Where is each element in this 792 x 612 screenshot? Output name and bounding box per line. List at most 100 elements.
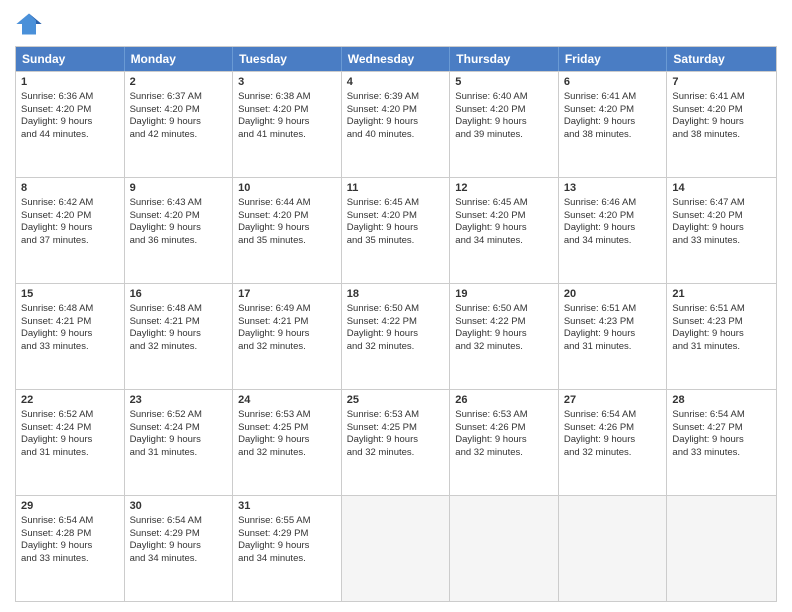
day-info-line: Sunset: 4:22 PM — [347, 316, 445, 329]
calendar-cell: 27Sunrise: 6:54 AMSunset: 4:26 PMDayligh… — [559, 390, 668, 495]
calendar-row: 8Sunrise: 6:42 AMSunset: 4:20 PMDaylight… — [16, 177, 776, 283]
day-number: 20 — [564, 287, 662, 302]
day-info-line: Sunrise: 6:41 AM — [564, 91, 662, 104]
calendar-cell: 4Sunrise: 6:39 AMSunset: 4:20 PMDaylight… — [342, 72, 451, 177]
calendar-cell: 24Sunrise: 6:53 AMSunset: 4:25 PMDayligh… — [233, 390, 342, 495]
day-info-line: Daylight: 9 hours — [21, 540, 119, 553]
calendar-body: 1Sunrise: 6:36 AMSunset: 4:20 PMDaylight… — [16, 71, 776, 601]
day-number: 25 — [347, 393, 445, 408]
day-number: 11 — [347, 181, 445, 196]
day-info-line: Daylight: 9 hours — [347, 328, 445, 341]
calendar-cell: 14Sunrise: 6:47 AMSunset: 4:20 PMDayligh… — [667, 178, 776, 283]
day-number: 27 — [564, 393, 662, 408]
day-info-line: and 35 minutes. — [347, 235, 445, 248]
calendar-header-cell: Sunday — [16, 47, 125, 71]
calendar-header-cell: Thursday — [450, 47, 559, 71]
day-info-line: Daylight: 9 hours — [564, 116, 662, 129]
day-info-line: Sunset: 4:21 PM — [130, 316, 228, 329]
calendar-cell: 15Sunrise: 6:48 AMSunset: 4:21 PMDayligh… — [16, 284, 125, 389]
day-info-line: Daylight: 9 hours — [347, 116, 445, 129]
day-info-line: Sunset: 4:28 PM — [21, 528, 119, 541]
day-number: 2 — [130, 75, 228, 90]
calendar-cell: 6Sunrise: 6:41 AMSunset: 4:20 PMDaylight… — [559, 72, 668, 177]
day-info-line: Sunrise: 6:37 AM — [130, 91, 228, 104]
calendar-cell: 8Sunrise: 6:42 AMSunset: 4:20 PMDaylight… — [16, 178, 125, 283]
day-info-line: Sunrise: 6:54 AM — [130, 515, 228, 528]
calendar-header: SundayMondayTuesdayWednesdayThursdayFrid… — [16, 47, 776, 71]
header — [15, 10, 777, 38]
day-info-line: Daylight: 9 hours — [672, 222, 771, 235]
calendar-cell: 16Sunrise: 6:48 AMSunset: 4:21 PMDayligh… — [125, 284, 234, 389]
day-info-line: Daylight: 9 hours — [21, 434, 119, 447]
day-info-line: and 42 minutes. — [130, 129, 228, 142]
calendar-cell: 13Sunrise: 6:46 AMSunset: 4:20 PMDayligh… — [559, 178, 668, 283]
day-info-line: and 34 minutes. — [564, 235, 662, 248]
day-info-line: and 31 minutes. — [564, 341, 662, 354]
day-info-line: Sunrise: 6:41 AM — [672, 91, 771, 104]
day-number: 22 — [21, 393, 119, 408]
day-info-line: and 38 minutes. — [672, 129, 771, 142]
day-info-line: Daylight: 9 hours — [564, 328, 662, 341]
day-info-line: Sunset: 4:20 PM — [672, 104, 771, 117]
day-info-line: and 44 minutes. — [21, 129, 119, 142]
calendar-row: 1Sunrise: 6:36 AMSunset: 4:20 PMDaylight… — [16, 71, 776, 177]
day-info-line: Sunrise: 6:52 AM — [21, 409, 119, 422]
day-number: 28 — [672, 393, 771, 408]
day-info-line: Sunset: 4:20 PM — [238, 210, 336, 223]
day-info-line: Sunset: 4:20 PM — [347, 210, 445, 223]
calendar-header-cell: Friday — [559, 47, 668, 71]
day-info-line: Daylight: 9 hours — [130, 116, 228, 129]
day-number: 18 — [347, 287, 445, 302]
day-info-line: Sunset: 4:20 PM — [347, 104, 445, 117]
day-info-line: Sunset: 4:20 PM — [21, 104, 119, 117]
day-info-line: Sunrise: 6:39 AM — [347, 91, 445, 104]
calendar: SundayMondayTuesdayWednesdayThursdayFrid… — [15, 46, 777, 602]
day-number: 19 — [455, 287, 553, 302]
logo-icon — [15, 10, 43, 38]
day-info-line: Sunset: 4:29 PM — [238, 528, 336, 541]
day-number: 24 — [238, 393, 336, 408]
day-info-line: and 35 minutes. — [238, 235, 336, 248]
day-info-line: and 33 minutes. — [672, 235, 771, 248]
day-number: 3 — [238, 75, 336, 90]
calendar-cell — [342, 496, 451, 601]
day-info-line: Sunrise: 6:54 AM — [564, 409, 662, 422]
day-number: 17 — [238, 287, 336, 302]
day-info-line: Sunset: 4:25 PM — [238, 422, 336, 435]
day-info-line: Daylight: 9 hours — [238, 434, 336, 447]
calendar-header-cell: Wednesday — [342, 47, 451, 71]
calendar-cell: 30Sunrise: 6:54 AMSunset: 4:29 PMDayligh… — [125, 496, 234, 601]
day-info-line: Sunrise: 6:49 AM — [238, 303, 336, 316]
calendar-cell — [450, 496, 559, 601]
day-info-line: and 31 minutes. — [21, 447, 119, 460]
day-info-line: Daylight: 9 hours — [455, 116, 553, 129]
day-info-line: Sunrise: 6:51 AM — [564, 303, 662, 316]
day-info-line: and 32 minutes. — [238, 447, 336, 460]
day-number: 31 — [238, 499, 336, 514]
calendar-header-cell: Tuesday — [233, 47, 342, 71]
day-number: 6 — [564, 75, 662, 90]
day-info-line: Daylight: 9 hours — [455, 328, 553, 341]
day-info-line: Daylight: 9 hours — [455, 434, 553, 447]
day-number: 15 — [21, 287, 119, 302]
day-info-line: Sunrise: 6:53 AM — [238, 409, 336, 422]
day-number: 9 — [130, 181, 228, 196]
day-number: 1 — [21, 75, 119, 90]
day-info-line: Sunrise: 6:36 AM — [21, 91, 119, 104]
calendar-cell: 12Sunrise: 6:45 AMSunset: 4:20 PMDayligh… — [450, 178, 559, 283]
day-info-line: and 32 minutes. — [455, 447, 553, 460]
calendar-cell: 11Sunrise: 6:45 AMSunset: 4:20 PMDayligh… — [342, 178, 451, 283]
day-number: 8 — [21, 181, 119, 196]
calendar-cell: 26Sunrise: 6:53 AMSunset: 4:26 PMDayligh… — [450, 390, 559, 495]
day-number: 5 — [455, 75, 553, 90]
day-number: 12 — [455, 181, 553, 196]
calendar-cell: 9Sunrise: 6:43 AMSunset: 4:20 PMDaylight… — [125, 178, 234, 283]
calendar-cell: 3Sunrise: 6:38 AMSunset: 4:20 PMDaylight… — [233, 72, 342, 177]
day-info-line: and 34 minutes. — [238, 553, 336, 566]
calendar-cell: 1Sunrise: 6:36 AMSunset: 4:20 PMDaylight… — [16, 72, 125, 177]
day-info-line: Daylight: 9 hours — [21, 116, 119, 129]
day-info-line: Sunrise: 6:46 AM — [564, 197, 662, 210]
day-info-line: Daylight: 9 hours — [238, 540, 336, 553]
day-info-line: Daylight: 9 hours — [564, 434, 662, 447]
day-info-line: Daylight: 9 hours — [21, 328, 119, 341]
